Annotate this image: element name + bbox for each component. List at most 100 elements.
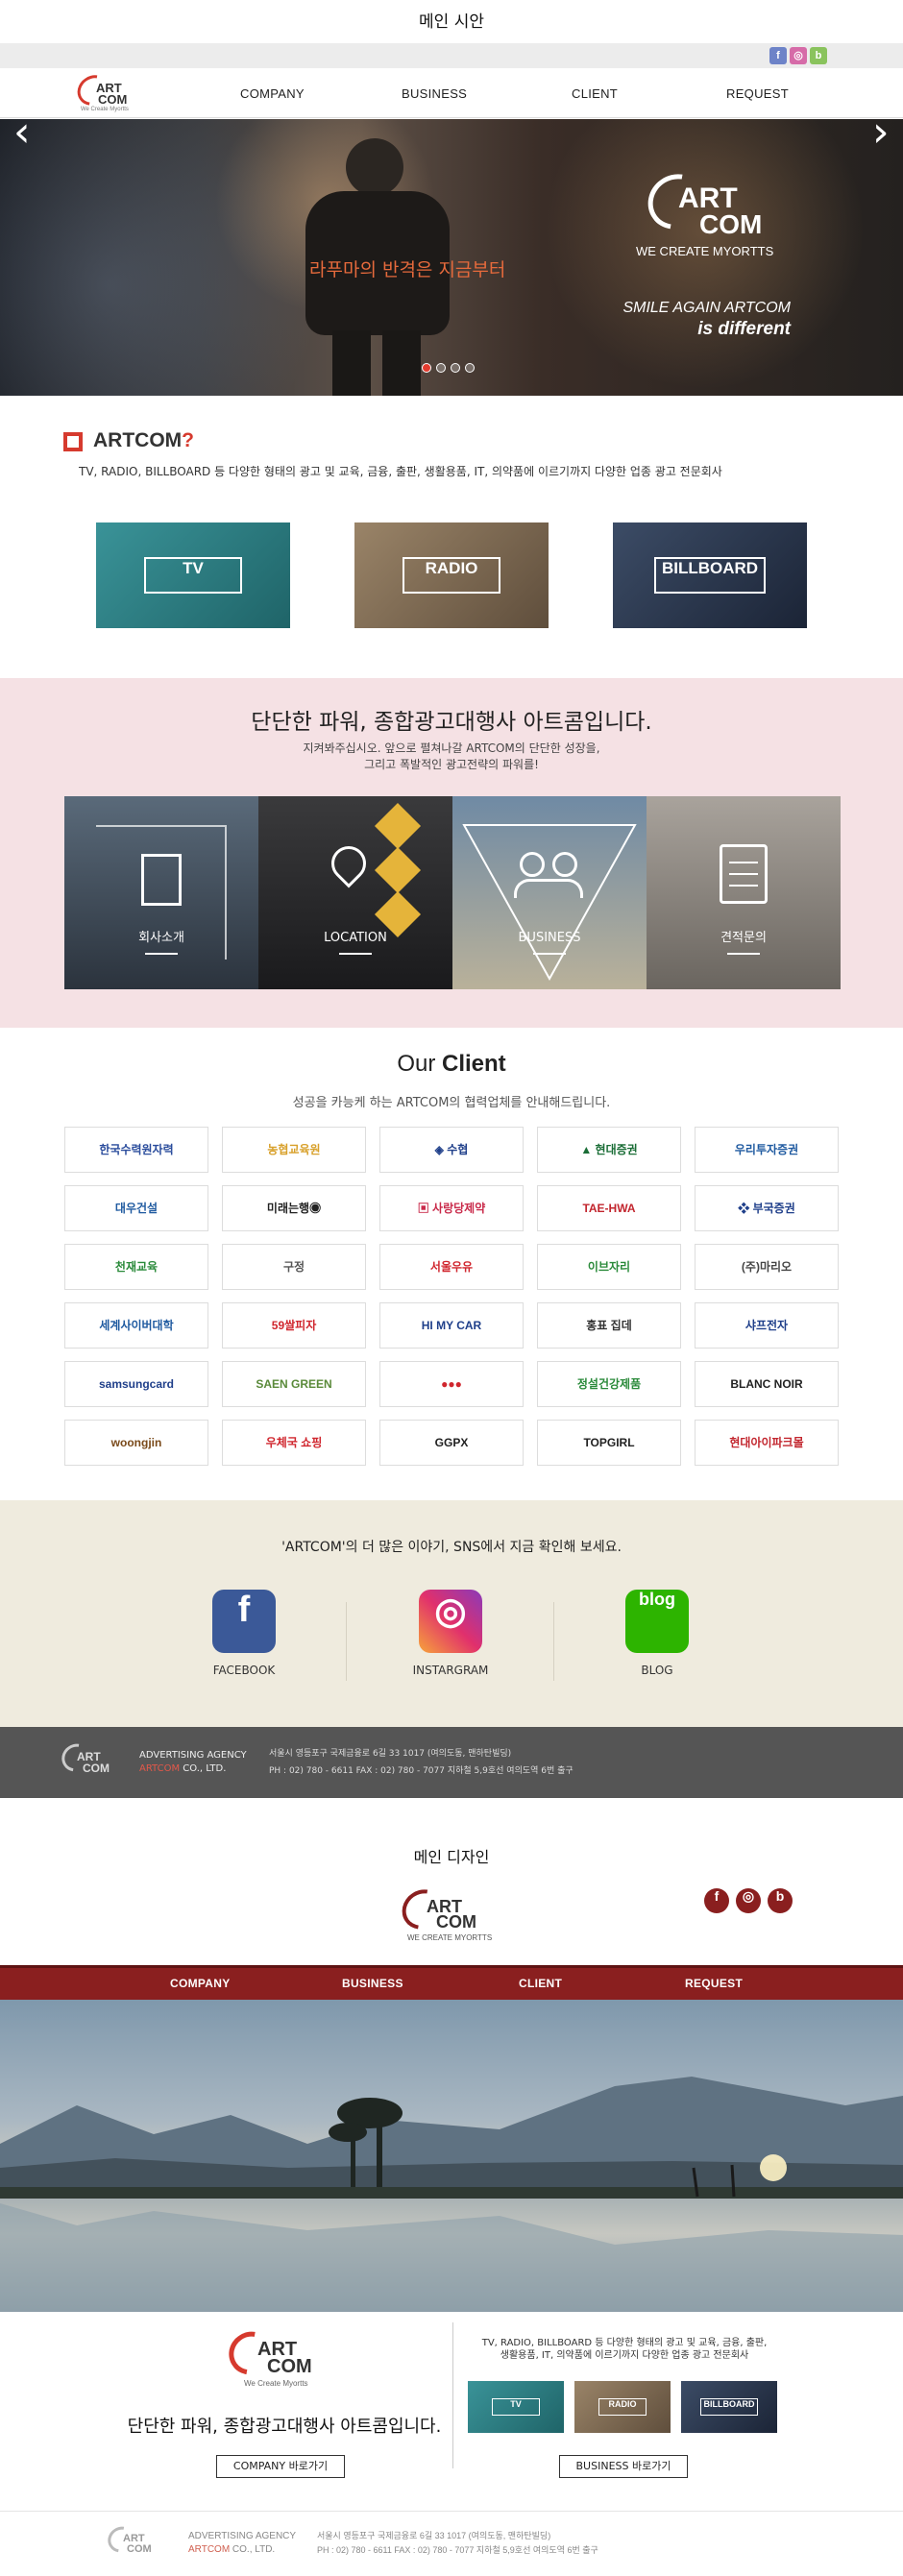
sns-section-title: 'ARTCOM'의 더 많은 이야기, SNS에서 지금 확인해 보세요. [281, 1540, 622, 1555]
hero-logo: ART COM WE CREATE MYORTTS [636, 162, 807, 273]
nav-request[interactable]: REQUEST [685, 1977, 743, 1990]
nav-request[interactable]: REQUEST [726, 86, 789, 101]
power-title: 단단한 파워, 종합광고대행사 아트콤입니다. [251, 710, 652, 735]
blog-icon[interactable]: b [810, 47, 827, 64]
nav-company[interactable]: COMPANY [170, 1977, 231, 1990]
intro-heading: ARTCOM? [93, 429, 194, 451]
category-tv[interactable]: TV [96, 522, 290, 628]
blog-icon[interactable]: b [768, 1888, 793, 1913]
client-logo[interactable]: 서울우유 [379, 1244, 524, 1290]
hero-korean-copy: 라푸마의 반격은 지금부터 [309, 259, 506, 280]
client-logo[interactable]: ▲ 현대증권 [537, 1127, 681, 1173]
intro-description: TV, RADIO, BILLBOARD 등 다양한 형태의 광고 및 교육, … [79, 465, 722, 478]
artcom-logo[interactable]: ART COM We Create Myortts [71, 68, 150, 112]
client-logo[interactable]: 우리투자증권 [695, 1127, 839, 1173]
design-logo[interactable]: ART COM WE CREATE MYORTTS [394, 1881, 503, 1945]
client-logo[interactable]: 천재교육 [64, 1244, 208, 1290]
client-logo[interactable]: 미래는행◉ [222, 1185, 366, 1231]
client-logo[interactable]: 59쌀피자 [222, 1302, 366, 1349]
mini-category-radio[interactable]: RADIO [574, 2381, 671, 2433]
client-logo[interactable]: TAE-HWA [537, 1185, 681, 1231]
facebook-icon[interactable]: f [769, 47, 787, 64]
business-shortcut-button[interactable]: BUSINESS 바로가기 [559, 2455, 688, 2478]
tile-label: 견적문의 [720, 931, 767, 945]
client-logo[interactable]: 우체국 쇼핑 [222, 1420, 366, 1466]
client-logo[interactable]: 세계사이버대학 [64, 1302, 208, 1349]
nav-business[interactable]: BUSINESS [402, 86, 467, 101]
client-logo[interactable]: 홍표 집데 [537, 1302, 681, 1349]
hero-banner: 라푸마의 반격은 지금부터 ART COM WE CREATE MYORTTS … [0, 119, 903, 396]
client-logo[interactable]: 정설건강제품 [537, 1361, 681, 1407]
tile-company[interactable]: 회사소개 [64, 796, 258, 989]
design-nav: COMPANY BUSINESS CLIENT REQUEST [0, 1965, 903, 2000]
design-footer: ART COM ADVERTISING AGENCY ARTCOM CO., L… [0, 2511, 903, 2576]
client-logo[interactable]: 대우건설 [64, 1185, 208, 1231]
instagram-icon[interactable]: ◎ [736, 1888, 761, 1913]
clients-title: Our Client [397, 1051, 506, 1077]
main-nav: ART COM We Create Myortts COMPANY BUSINE… [0, 68, 903, 118]
client-logo[interactable]: 샤프전자 [695, 1302, 839, 1349]
category-label: TV [144, 557, 242, 594]
client-logo[interactable]: 이브자리 [537, 1244, 681, 1290]
client-logo[interactable]: 현대아이파크몰 [695, 1420, 839, 1466]
instagram-icon[interactable]: ◎ [419, 1590, 482, 1653]
mountains-illustration [0, 2077, 903, 2312]
mini-category-billboard[interactable]: BILLBOARD [681, 2381, 777, 2433]
hero-next-arrow-icon[interactable]: › [872, 108, 890, 157]
client-logo[interactable]: 한국수력원자력 [64, 1127, 208, 1173]
client-logo[interactable]: ▣ 사랑당제약 [379, 1185, 524, 1231]
hero-pagination [422, 363, 475, 373]
mini-category-tv[interactable]: TV [468, 2381, 564, 2433]
hero-dot[interactable] [422, 363, 431, 373]
category-billboard[interactable]: BILLBOARD [613, 522, 807, 628]
footer-address: 서울시 영등포구 국제금융로 6길 33 1017 (여의도동, 맨하탄빌딩) [269, 1749, 512, 1759]
client-logo[interactable]: HI MY CAR [379, 1302, 524, 1349]
tile-label: BUSINESS [518, 931, 581, 945]
hero-prev-arrow-icon[interactable]: ‹ [13, 108, 31, 157]
tile-location[interactable]: LOCATION [258, 796, 452, 989]
tile-estimate[interactable]: 견적문의 [647, 796, 841, 989]
client-logo[interactable]: ●●● [379, 1361, 524, 1407]
sns-label-facebook: FACEBOOK [212, 1664, 276, 1677]
client-logo[interactable]: samsungcard [64, 1361, 208, 1407]
instagram-icon[interactable]: ◎ [790, 47, 807, 64]
category-radio[interactable]: RADIO [354, 522, 549, 628]
client-logo[interactable]: woongjin [64, 1420, 208, 1466]
nav-business[interactable]: BUSINESS [342, 1977, 403, 1990]
client-logo[interactable]: ◈ 수협 [379, 1127, 524, 1173]
client-logo[interactable]: TOPGIRL [537, 1420, 681, 1466]
footer-company: ARTCOM CO., LTD. [188, 2544, 276, 2555]
tile-label: 회사소개 [138, 931, 184, 945]
client-logo[interactable]: 구정 [222, 1244, 366, 1290]
category-label: TV [492, 2398, 540, 2416]
clients-subtitle: 성공을 카능케 하는 ARTCOM의 협력업체를 안내해드립니다. [292, 1096, 611, 1110]
tile-business[interactable]: BUSINESS [452, 796, 647, 989]
building-icon [141, 854, 182, 906]
blog-icon[interactable]: blog [625, 1590, 689, 1653]
footer-contact: PH : 02) 780 - 6611 FAX : 02) 780 - 7077… [269, 1766, 574, 1776]
hero-figure-leg [332, 330, 371, 396]
footer-logo: ART COM [103, 2521, 169, 2564]
client-logo[interactable]: GGPX [379, 1420, 524, 1466]
hero-dot[interactable] [451, 363, 460, 373]
top-utility-bar [0, 43, 903, 68]
square-bullet-icon [63, 432, 83, 451]
hero-dot[interactable] [465, 363, 475, 373]
road-sign-icon [374, 846, 422, 894]
sns-label-instagram: INSTARGRAM [412, 1664, 489, 1677]
client-logo[interactable]: 농협교육원 [222, 1127, 366, 1173]
facebook-icon[interactable]: f [212, 1590, 276, 1653]
hero-dot[interactable] [436, 363, 446, 373]
facebook-icon[interactable]: f [704, 1888, 729, 1913]
nav-client[interactable]: CLIENT [519, 1977, 562, 1990]
client-logo[interactable]: BLANC NOIR [695, 1361, 839, 1407]
category-label: BILLBOARD [654, 557, 766, 594]
company-shortcut-button[interactable]: COMPANY 바로가기 [216, 2455, 345, 2478]
client-logo[interactable]: SAEN GREEN [222, 1361, 366, 1407]
nav-company[interactable]: COMPANY [240, 86, 305, 101]
hero-figure-leg [382, 330, 421, 396]
nav-client[interactable]: CLIENT [572, 86, 618, 101]
client-logo[interactable]: ❖ 부국증권 [695, 1185, 839, 1231]
client-logo[interactable]: (주)마리오 [695, 1244, 839, 1290]
design-description: TV, RADIO, BILLBOARD 등 다양한 형태의 광고 및 교육, … [481, 2338, 768, 2361]
